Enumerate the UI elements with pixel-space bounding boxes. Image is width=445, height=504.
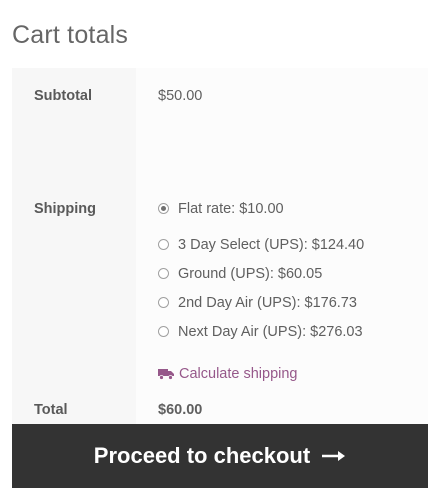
shipping-option-label[interactable]: Next Day Air (UPS): $276.03 (178, 324, 363, 340)
shipping-radio-next-day-air[interactable] (158, 326, 169, 337)
calculate-shipping-link[interactable]: Calculate shipping (158, 366, 428, 382)
cart-totals-table: Subtotal $50.00 Shipping Flat rate: $10.… (12, 68, 428, 439)
subtotal-value: $50.00 (136, 68, 428, 125)
shipping-option-2nd-day-air[interactable]: 2nd Day Air (UPS): $176.73 (158, 288, 428, 317)
cart-totals-title: Cart totals (12, 21, 129, 49)
shipping-radio-2nd-day-air[interactable] (158, 297, 169, 308)
shipping-option-ground[interactable]: Ground (UPS): $60.05 (158, 259, 428, 288)
proceed-to-checkout-button[interactable]: Proceed to checkout (12, 424, 428, 488)
shipping-option-label[interactable]: 2nd Day Air (UPS): $176.73 (178, 295, 357, 311)
shipping-option-label[interactable]: 3 Day Select (UPS): $124.40 (178, 237, 364, 253)
shipping-label: Shipping (12, 125, 136, 382)
shipping-option-next-day-air[interactable]: Next Day Air (UPS): $276.03 (158, 317, 428, 346)
shipping-options-cell: Flat rate: $10.00 3 Day Select (UPS): $1… (136, 125, 428, 382)
shipping-option-flat-rate[interactable]: Flat rate: $10.00 (158, 194, 428, 223)
subtotal-label: Subtotal (12, 68, 136, 125)
shipping-option-3-day-select[interactable]: 3 Day Select (UPS): $124.40 (158, 230, 428, 259)
shipping-row: Shipping Flat rate: $10.00 3 Day Select … (12, 125, 428, 382)
shipping-radio-3-day-select[interactable] (158, 239, 169, 250)
shipping-option-label[interactable]: Flat rate: $10.00 (178, 201, 284, 217)
arrow-right-icon (322, 451, 346, 461)
shipping-methods-list: Flat rate: $10.00 3 Day Select (UPS): $1… (158, 194, 428, 346)
checkout-button-label: Proceed to checkout (93, 443, 311, 468)
total-value: $60.00 (158, 402, 203, 418)
calculate-shipping-label[interactable]: Calculate shipping (179, 366, 298, 382)
shipping-radio-ground[interactable] (158, 268, 169, 279)
shipping-option-label[interactable]: Ground (UPS): $60.05 (178, 266, 322, 282)
shipping-radio-flat-rate[interactable] (158, 203, 169, 214)
subtotal-row: Subtotal $50.00 (12, 68, 428, 125)
truck-icon (158, 369, 174, 380)
